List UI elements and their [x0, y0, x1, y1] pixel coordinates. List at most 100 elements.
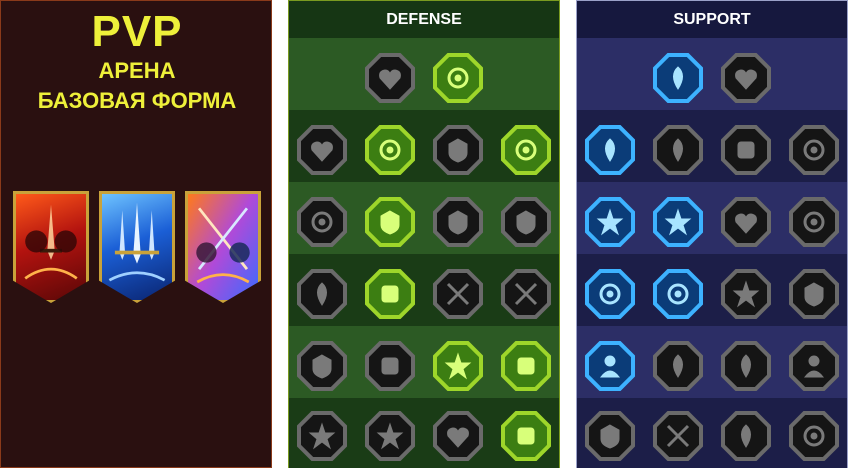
- hooded-figure-icon[interactable]: [501, 197, 551, 247]
- hourglass-icon[interactable]: [365, 269, 415, 319]
- muscle-body-icon[interactable]: [433, 125, 483, 175]
- swirl-chain-icon[interactable]: [721, 53, 771, 103]
- icon-face: [505, 345, 547, 387]
- shadow-figure-icon[interactable]: [789, 197, 839, 247]
- icon-face: [657, 129, 699, 171]
- icon-face: [437, 57, 479, 99]
- horned-skull-icon[interactable]: [653, 411, 703, 461]
- icon-face: [369, 57, 411, 99]
- icon-face: [301, 345, 343, 387]
- crossed-blades-icon[interactable]: [501, 125, 551, 175]
- potion-flask-icon[interactable]: [365, 125, 415, 175]
- icon-face: [725, 345, 767, 387]
- icon-face: [437, 129, 479, 171]
- raised-fist-icon[interactable]: [433, 53, 483, 103]
- icon-face: [657, 415, 699, 457]
- sparkle-heart-icon[interactable]: [653, 53, 703, 103]
- icon-face: [725, 273, 767, 315]
- pvp-title: PVP: [91, 7, 183, 56]
- eagle-head-icon[interactable]: [789, 411, 839, 461]
- mixed-duel-banner: [185, 191, 261, 303]
- watching-eye-icon[interactable]: [721, 341, 771, 391]
- icon-face: [505, 415, 547, 457]
- chevron-shield-icon[interactable]: [297, 125, 347, 175]
- open-hand-icon[interactable]: [433, 269, 483, 319]
- icon-face: [505, 201, 547, 243]
- icon-face: [725, 129, 767, 171]
- bearded-face-icon[interactable]: [433, 411, 483, 461]
- crowd-figures-icon[interactable]: [297, 269, 347, 319]
- support-row: [577, 269, 847, 319]
- broken-heart-icon[interactable]: [433, 197, 483, 247]
- burst-rays-icon[interactable]: [789, 269, 839, 319]
- gauntlet-fist-icon[interactable]: [721, 411, 771, 461]
- shield-warrior-icon[interactable]: [365, 197, 415, 247]
- arena-subtitle: АРЕНА: [98, 58, 176, 83]
- icon-face: [725, 201, 767, 243]
- base-form-subtitle: БАЗОВАЯ ФОРМА: [37, 88, 237, 113]
- icon-face: [505, 129, 547, 171]
- shield-aura-icon[interactable]: [653, 125, 703, 175]
- defense-row: [289, 341, 559, 391]
- speed-runner-icon[interactable]: [297, 341, 347, 391]
- icon-face: [437, 345, 479, 387]
- icon-face: [369, 273, 411, 315]
- icon-face: [437, 415, 479, 457]
- icon-face: [657, 273, 699, 315]
- cracked-ground-icon[interactable]: [721, 197, 771, 247]
- fire-comet-icon[interactable]: [653, 269, 703, 319]
- compass-star-icon[interactable]: [585, 341, 635, 391]
- icon-face: [793, 201, 835, 243]
- support-header: SUPPORT: [673, 11, 751, 28]
- icon-face: [793, 345, 835, 387]
- defense-row: [289, 53, 559, 103]
- praying-hands-icon[interactable]: [585, 125, 635, 175]
- sun-skull-icon[interactable]: [433, 341, 483, 391]
- support-row: [577, 341, 847, 391]
- speed-lines-icon[interactable]: [789, 125, 839, 175]
- lightning-shield-icon[interactable]: [653, 197, 703, 247]
- icon-face: [793, 415, 835, 457]
- icon-face: [657, 57, 699, 99]
- defense-blessings-panel: DEFENSE: [288, 0, 560, 468]
- claw-marks-icon[interactable]: [365, 341, 415, 391]
- icon-face: [589, 273, 631, 315]
- icon-face: [589, 201, 631, 243]
- arena-info-panel: PVP АРЕНА БАЗОВАЯ ФОРМА: [0, 0, 272, 468]
- armored-knight-icon[interactable]: [297, 411, 347, 461]
- icon-face: [589, 415, 631, 457]
- icon-face: [437, 273, 479, 315]
- slash-circle-icon[interactable]: [501, 341, 551, 391]
- defense-row: [289, 197, 559, 247]
- support-row: [577, 53, 847, 103]
- icon-face: [437, 201, 479, 243]
- icon-face: [369, 345, 411, 387]
- icon-face: [657, 345, 699, 387]
- glowing-figure-icon[interactable]: [585, 197, 635, 247]
- martial-kick-icon[interactable]: [789, 341, 839, 391]
- icon-face: [369, 129, 411, 171]
- boot-step-icon[interactable]: [653, 341, 703, 391]
- icon-face: [369, 201, 411, 243]
- icon-face: [301, 273, 343, 315]
- open-book-icon[interactable]: [721, 269, 771, 319]
- support-row: [577, 197, 847, 247]
- icon-face: [793, 129, 835, 171]
- defense-row: [289, 269, 559, 319]
- bull-head-icon[interactable]: [501, 269, 551, 319]
- icon-face: [725, 415, 767, 457]
- flaming-skull-icon[interactable]: [721, 125, 771, 175]
- chained-heart-icon[interactable]: [585, 269, 635, 319]
- icon-face: [657, 201, 699, 243]
- support-row: [577, 125, 847, 175]
- defense-header: DEFENSE: [386, 11, 462, 28]
- poison-flask-icon[interactable]: [585, 411, 635, 461]
- fighter-pose-icon[interactable]: [297, 197, 347, 247]
- icon-face: [589, 129, 631, 171]
- winged-shield-icon[interactable]: [365, 411, 415, 461]
- icon-face: [793, 273, 835, 315]
- flexing-figure-icon[interactable]: [501, 411, 551, 461]
- icon-face: [369, 415, 411, 457]
- armor-plates-icon[interactable]: [365, 53, 415, 103]
- icon-face: [505, 273, 547, 315]
